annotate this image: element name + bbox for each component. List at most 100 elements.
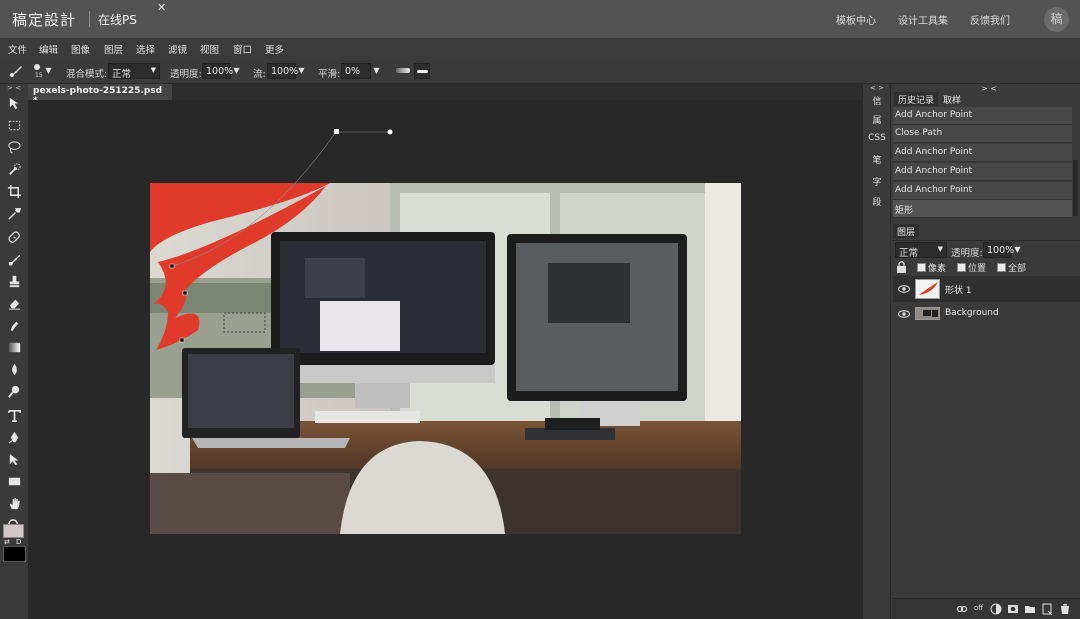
flow-dropdown-icon[interactable]: ▼ [296,63,307,79]
toolbar-collapse-toggle[interactable]: > < [0,84,28,92]
brand-logo[interactable]: 稿定設計 [12,9,76,30]
tab-sample[interactable]: 取样 [939,92,965,106]
layer-thumbnail [915,307,940,320]
crop-tool[interactable] [4,181,24,201]
lasso-tool[interactable] [4,137,24,157]
clone-stamp-tool[interactable] [4,271,24,291]
paragraph-panel-button[interactable]: 段 [863,195,891,208]
menu-window[interactable]: 窗口 [233,42,252,56]
dodge-tool[interactable] [4,381,24,401]
default-colors-icon[interactable]: D [16,538,21,546]
strip-collapse-toggle[interactable]: < > [863,84,891,92]
history-item[interactable]: Close Path [893,125,1072,143]
pressure-opacity-icon[interactable] [396,68,410,73]
smudge-tool[interactable] [4,315,24,335]
lock-pixels-label: 像素 [928,264,947,274]
info-panel-button[interactable]: 信 [863,94,891,107]
menu-more[interactable]: 更多 [265,42,284,56]
smoothing-dropdown-icon[interactable]: ▼ [371,63,382,79]
smoothing-input[interactable]: 0% [341,63,371,79]
document-tab[interactable]: pexels-photo-251225.psd * [28,84,172,106]
history-item-current[interactable]: 矩形 [893,200,1072,218]
menu-filter[interactable]: 滤镜 [168,42,187,56]
layer-blend-select[interactable]: 正常 ▼ [895,242,947,259]
css-panel-button[interactable]: CSS [863,133,891,143]
pen-icon [8,431,18,443]
menu-layer[interactable]: 图层 [104,42,123,56]
properties-panel-button[interactable]: 属 [863,113,891,126]
user-avatar[interactable]: 稿 [1044,7,1069,32]
opacity-input[interactable]: 100% [202,63,233,79]
eyedropper-tool[interactable] [4,203,24,223]
eye-icon[interactable] [898,308,910,320]
tab-layers[interactable]: 图层 [893,224,920,238]
marquee-tool[interactable] [4,115,24,135]
menu-bar: 文件 编辑 图像 图层 选择 滤镜 视图 窗口 更多 [0,38,1080,58]
design-tools-link[interactable]: 设计工具集 [898,12,948,27]
new-group-folder-icon[interactable] [1024,603,1036,615]
layer-mask-icon[interactable] [1007,603,1019,615]
layer-row-background[interactable]: Background [893,301,1080,327]
lock-all-checkbox[interactable] [997,263,1006,272]
menu-select[interactable]: 选择 [136,42,155,56]
type-tool[interactable] [4,405,24,425]
healing-brush-tool[interactable] [4,227,24,247]
flow-input[interactable]: 100% [267,63,298,79]
layer-opacity-dropdown-icon[interactable]: ▼ [1012,242,1023,258]
move-tool[interactable] [4,93,24,113]
layer-name: 形状 1 [945,286,972,296]
eye-icon[interactable] [898,283,910,295]
history-item[interactable]: Add Anchor Point [893,163,1072,181]
pen-tool[interactable] [4,427,24,447]
brush-panel-button[interactable]: 笔 [863,153,891,166]
rectangle-tool[interactable] [4,471,24,491]
dodge-icon [7,385,19,398]
brush-size-dot[interactable] [34,64,40,70]
tab-history[interactable]: 历史记录 [894,92,939,106]
eraser-tool[interactable] [4,293,24,313]
type-icon [7,409,21,422]
document-canvas[interactable] [150,183,741,534]
blend-mode-select[interactable]: 正常 ▼ [108,63,160,80]
effects-off-toggle[interactable]: off [974,604,983,612]
opacity-dropdown-icon[interactable]: ▼ [231,63,242,79]
history-scrollbar[interactable] [1073,160,1078,216]
new-layer-icon[interactable] [1041,603,1053,615]
layer-opacity-input[interactable]: 100% [983,242,1014,258]
menu-file[interactable]: 文件 [8,42,27,56]
history-item[interactable]: Add Anchor Point [893,182,1072,200]
lock-position-checkbox[interactable] [957,263,966,272]
brush-tool-icon[interactable] [8,63,24,82]
menu-edit[interactable]: 编辑 [39,42,58,56]
template-center-link[interactable]: 模板中心 [836,12,876,27]
hand-tool[interactable] [4,493,24,513]
layers-footer: off [893,598,1080,619]
close-tab-icon[interactable]: ✕ [157,1,166,14]
delete-layer-trash-icon[interactable] [1059,603,1071,615]
quick-select-tool[interactable] [4,159,24,179]
layer-row-shape[interactable]: 形状 1 [893,276,1080,302]
adjustment-layer-icon[interactable] [990,603,1002,615]
lock-pixels-checkbox[interactable] [917,263,926,272]
blur-tool[interactable] [4,359,24,379]
direct-select-arrow-icon [9,453,18,465]
history-item[interactable]: Add Anchor Point [893,107,1072,125]
gradient-tool[interactable] [4,337,24,357]
path-select-tool[interactable] [4,449,24,469]
feedback-link[interactable]: 反馈我们 [970,12,1010,27]
gradient-icon [8,342,20,352]
foreground-color-swatch[interactable] [3,524,24,538]
brush-tool[interactable] [4,249,24,269]
swap-colors-icon[interactable]: ⇄ [4,538,10,546]
menu-view[interactable]: 视图 [200,42,219,56]
pressure-size-button[interactable] [414,63,430,79]
brush-preset-dropdown-icon[interactable]: ▼ [43,63,54,79]
panel-collapse-toggle[interactable]: > < [981,84,997,93]
quick-select-icon [8,162,21,175]
background-color-swatch[interactable] [3,546,26,562]
history-item[interactable]: Add Anchor Point [893,144,1072,162]
flow-label: 流: [253,69,266,80]
link-layers-icon[interactable] [956,603,968,615]
character-panel-button[interactable]: 字 [863,175,891,188]
menu-image[interactable]: 图像 [71,42,90,56]
